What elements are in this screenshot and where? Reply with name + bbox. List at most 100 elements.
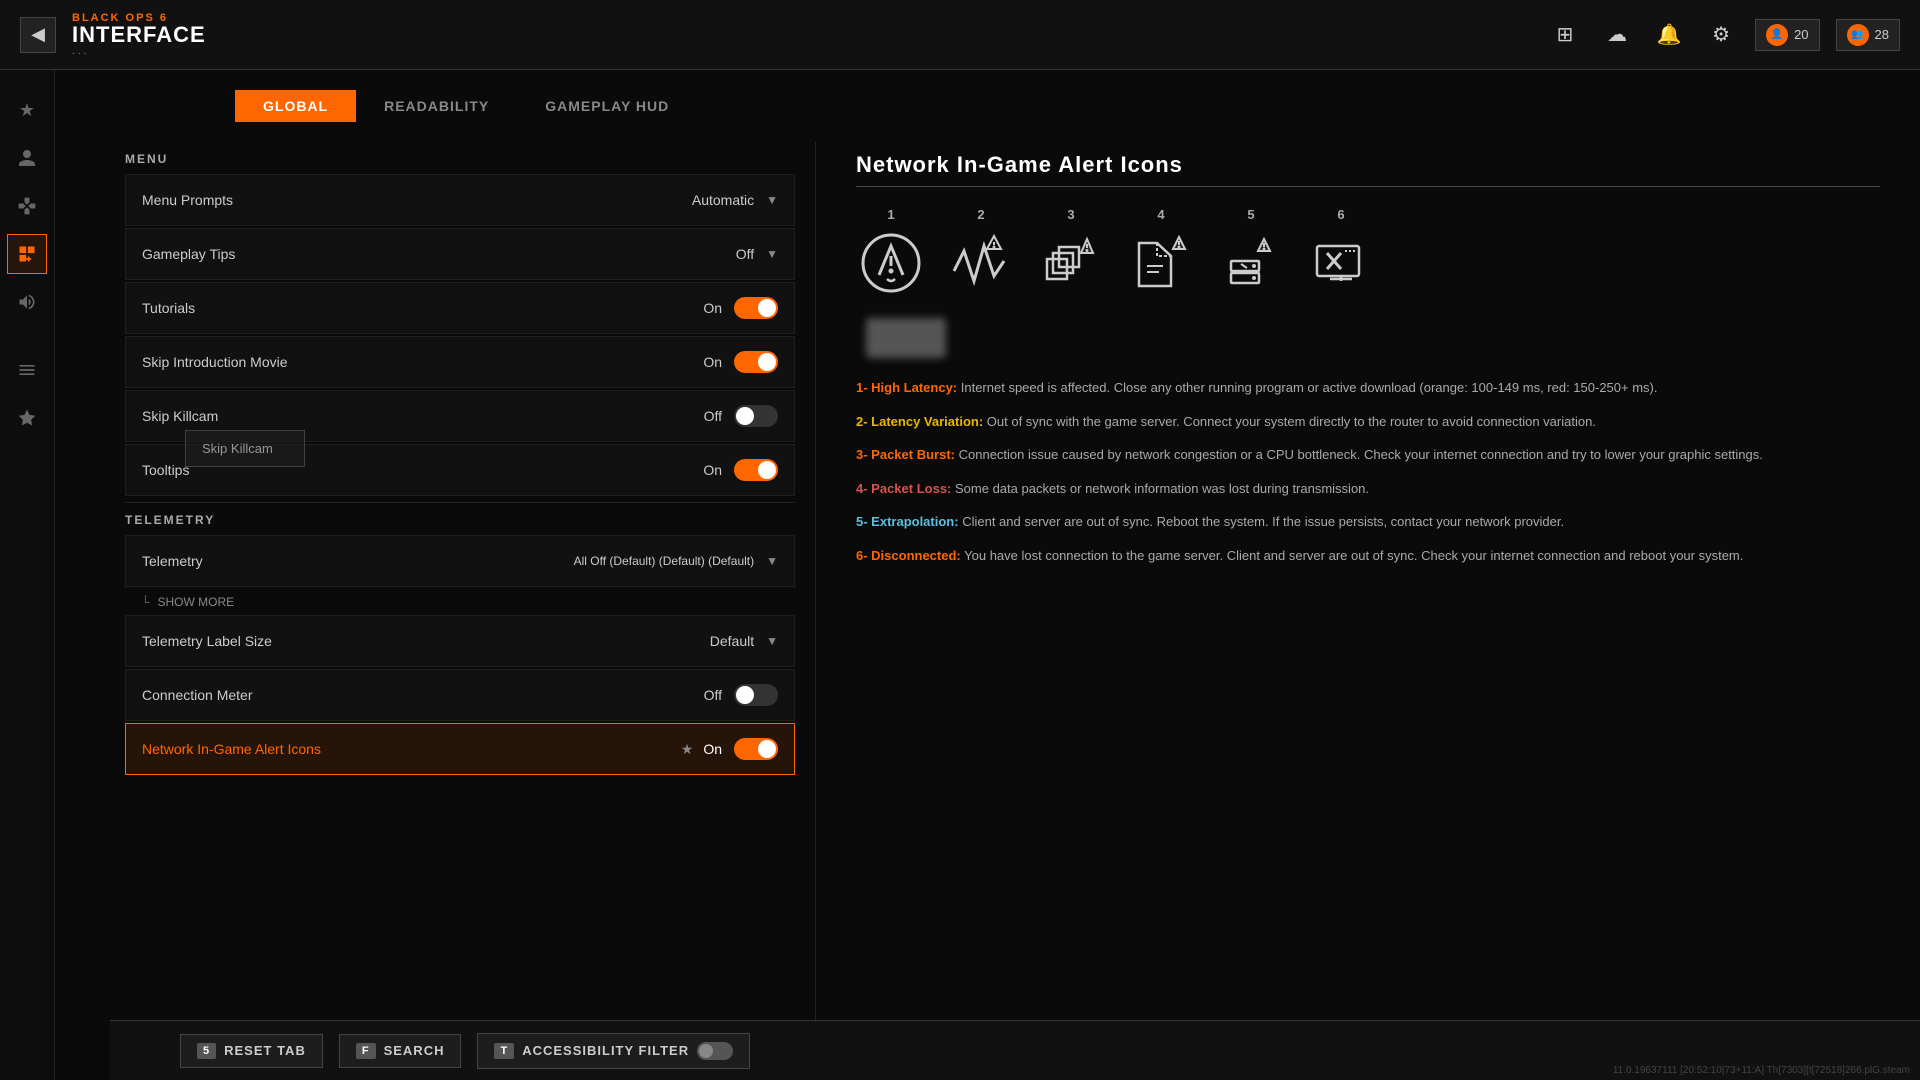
friends-badge-icon: 👥 <box>1847 24 1869 46</box>
logo: BLACK OPS 6 INTERFACE ... <box>72 13 206 57</box>
toggle-skip-killcam[interactable] <box>734 405 778 427</box>
setting-menu-prompts[interactable]: Menu Prompts Automatic ▼ <box>125 174 795 226</box>
friends-count: 28 <box>1875 27 1889 42</box>
setting-connection-meter[interactable]: Connection Meter Off <box>125 669 795 721</box>
back-button[interactable]: ◀ <box>20 17 56 53</box>
desc-item-1: 1- High Latency: Internet speed is affec… <box>856 378 1880 398</box>
setting-name-tutorials: Tutorials <box>142 300 703 316</box>
tab-readability[interactable]: READABILITY <box>356 90 517 122</box>
menu-section-title: MENU <box>125 152 795 166</box>
sidebar-item-extra[interactable] <box>7 398 47 438</box>
setting-telemetry[interactable]: Telemetry All Off (Default) (Default) (D… <box>125 535 795 587</box>
search-label: SEARCH <box>384 1043 445 1058</box>
right-panel: Network In-Game Alert Icons 1 <box>815 142 1920 1020</box>
icon-number-3: 3 <box>1067 207 1074 222</box>
setting-value-menu-prompts: Automatic <box>692 192 754 208</box>
sidebar-item-profile[interactable] <box>7 138 47 178</box>
show-more-indent: └ <box>141 595 150 609</box>
sidebar-item-audio[interactable] <box>7 282 47 322</box>
setting-value-connection-meter: Off <box>704 687 722 703</box>
apps-icon[interactable]: ⊞ <box>1547 17 1583 53</box>
accessibility-toggle-switch[interactable] <box>697 1042 733 1060</box>
desc-item-4: 4- Packet Loss: Some data packets or net… <box>856 479 1880 499</box>
accessibility-filter-button[interactable]: T ACCESSIBILITY FILTER <box>477 1033 750 1069</box>
logo-sub: ... <box>72 47 206 57</box>
desc-item-6: 6- Disconnected: You have lost connectio… <box>856 546 1880 566</box>
back-icon: ◀ <box>31 24 45 45</box>
icon-img-1 <box>856 228 926 298</box>
main: GLOBAL READABILITY GAMEPLAY HUD MENU Men… <box>55 70 1920 1080</box>
icon-img-3 <box>1036 228 1106 298</box>
header: ◀ BLACK OPS 6 INTERFACE ... ⊞ ☁ 🔔 ⚙ 👤 20… <box>0 0 1920 70</box>
logo-bottom: INTERFACE <box>72 24 206 46</box>
accessibility-key-badge: T <box>494 1043 514 1059</box>
icon-number-2: 2 <box>977 207 984 222</box>
user-count: 20 <box>1794 27 1808 42</box>
setting-value-tooltips: On <box>703 462 722 478</box>
setting-value-skip-killcam: Off <box>704 408 722 424</box>
tab-gameplay-hud[interactable]: GAMEPLAY HUD <box>517 90 697 122</box>
divider-1 <box>125 502 795 503</box>
icon-number-4: 4 <box>1157 207 1164 222</box>
dropdown-arrow-telemetry-label-size: ▼ <box>766 634 778 648</box>
desc-item-5: 5- Extrapolation: Client and server are … <box>856 512 1880 532</box>
cloud-icon[interactable]: ☁ <box>1599 17 1635 53</box>
star-icon: ★ <box>681 741 694 758</box>
sidebar: ★ <box>0 70 55 1080</box>
show-more[interactable]: └ SHOW MORE <box>125 589 795 615</box>
dropdown-arrow-gameplay-tips: ▼ <box>766 247 778 261</box>
sidebar-item-interface[interactable] <box>7 234 47 274</box>
search-button[interactable]: F SEARCH <box>339 1034 462 1068</box>
desc-label-5: 5- Extrapolation: <box>856 514 959 529</box>
setting-gameplay-tips[interactable]: Gameplay Tips Off ▼ <box>125 228 795 280</box>
tabs: GLOBAL READABILITY GAMEPLAY HUD <box>55 70 1920 142</box>
telemetry-section-title: TELEMETRY <box>125 513 795 527</box>
setting-telemetry-label-size[interactable]: Telemetry Label Size Default ▼ <box>125 615 795 667</box>
network-icons-grid: 1 2 <box>856 207 1880 298</box>
toggle-skip-intro[interactable] <box>734 351 778 373</box>
icon-item-4: 4 <box>1126 207 1196 298</box>
icon-number-1: 1 <box>887 207 894 222</box>
setting-network-alert-icons[interactable]: Network In-Game Alert Icons ★ On <box>125 723 795 775</box>
setting-name-network-alert-icons: Network In-Game Alert Icons <box>142 741 681 757</box>
setting-skip-killcam[interactable]: Skip Killcam Off <box>125 390 795 442</box>
dropdown-arrow-telemetry: ▼ <box>766 554 778 568</box>
friends-badge[interactable]: 👥 28 <box>1836 19 1900 51</box>
desc-text-3: Connection issue caused by network conge… <box>959 447 1763 462</box>
blurred-icon <box>866 318 946 358</box>
toggle-tutorials[interactable] <box>734 297 778 319</box>
sidebar-item-gameplay[interactable] <box>7 186 47 226</box>
accessibility-label: ACCESSIBILITY FILTER <box>522 1043 689 1058</box>
desc-text-1: Internet speed is affected. Close any ot… <box>961 380 1658 395</box>
setting-tutorials[interactable]: Tutorials On <box>125 282 795 334</box>
reset-tab-button[interactable]: 5 RESET TAB <box>180 1034 323 1068</box>
sidebar-item-favorites[interactable]: ★ <box>7 90 47 130</box>
toggle-tooltips[interactable] <box>734 459 778 481</box>
toggle-network-alert-icons[interactable] <box>734 738 778 760</box>
icon-number-5: 5 <box>1247 207 1254 222</box>
icon-item-3: 3 <box>1036 207 1106 298</box>
desc-text-6: You have lost connection to the game ser… <box>964 548 1743 563</box>
setting-skip-intro[interactable]: Skip Introduction Movie On <box>125 336 795 388</box>
setting-name-skip-intro: Skip Introduction Movie <box>142 354 703 370</box>
setting-name-tooltips: Tooltips <box>142 462 703 478</box>
tab-global[interactable]: GLOBAL <box>235 90 356 122</box>
desc-label-4: 4- Packet Loss: <box>856 481 951 496</box>
notification-icon[interactable]: 🔔 <box>1651 17 1687 53</box>
toggle-connection-meter[interactable] <box>734 684 778 706</box>
icon-item-1: 1 <box>856 207 926 298</box>
icon-number-6: 6 <box>1337 207 1344 222</box>
user-badge[interactable]: 👤 20 <box>1755 19 1819 51</box>
descriptions-list: 1- High Latency: Internet speed is affec… <box>856 378 1880 565</box>
desc-label-1: 1- High Latency: <box>856 380 957 395</box>
left-panel: MENU Menu Prompts Automatic ▼ Gameplay T… <box>55 142 815 1020</box>
panel-title: Network In-Game Alert Icons <box>856 152 1880 187</box>
setting-name-telemetry: Telemetry <box>142 553 574 569</box>
desc-item-3: 3- Packet Burst: Connection issue caused… <box>856 445 1880 465</box>
setting-tooltips[interactable]: Tooltips On <box>125 444 795 496</box>
version-info: 11.0.19637111 [20:52:10|73+11:A] Th[7303… <box>1613 1065 1910 1076</box>
icon-item-5: 5 <box>1216 207 1286 298</box>
sidebar-item-menu2[interactable] <box>7 350 47 390</box>
setting-value-skip-intro: On <box>703 354 722 370</box>
settings-icon[interactable]: ⚙ <box>1703 17 1739 53</box>
